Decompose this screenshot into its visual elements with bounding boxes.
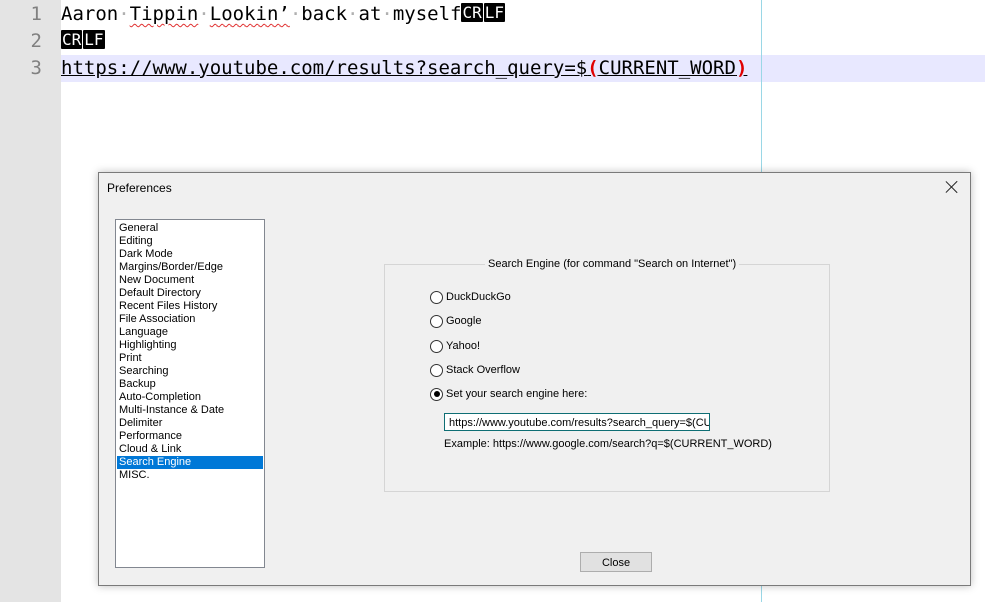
- radio-label: Stack Overflow: [446, 364, 520, 376]
- current-word-text: CURRENT_WORD: [598, 57, 736, 79]
- dialog-title: Preferences: [107, 181, 172, 195]
- eol-cr-marker: CR: [461, 3, 483, 22]
- category-item-auto-completion[interactable]: Auto-Completion: [117, 391, 263, 404]
- eol-cr-marker: CR: [61, 30, 83, 49]
- category-item-dark-mode[interactable]: Dark Mode: [117, 248, 263, 261]
- space-marker: ·: [347, 3, 359, 25]
- misspelled-word: Tippin: [129, 3, 199, 25]
- line-number: 2: [30, 30, 42, 52]
- category-item-searching[interactable]: Searching: [117, 365, 263, 378]
- category-item-general[interactable]: General: [117, 222, 263, 235]
- radio-yahoo[interactable]: Yahoo!: [430, 338, 480, 354]
- category-item-file-association[interactable]: File Association: [117, 313, 263, 326]
- space-marker: ·: [198, 3, 210, 25]
- category-item-highlighting[interactable]: Highlighting: [117, 339, 263, 352]
- radio-label: DuckDuckGo: [446, 291, 511, 303]
- eol-lf-marker: LF: [83, 30, 105, 49]
- word: myself: [392, 3, 462, 25]
- category-item-performance[interactable]: Performance: [117, 430, 263, 443]
- group-title: Search Engine (for command "Search on In…: [485, 258, 740, 270]
- radio-checked-icon: [430, 387, 443, 401]
- radio-google[interactable]: Google: [430, 313, 481, 329]
- space-marker: ·: [118, 3, 130, 25]
- close-icon[interactable]: [944, 179, 960, 195]
- category-item-misc[interactable]: MISC.: [117, 469, 263, 482]
- category-item-recent-files[interactable]: Recent Files History: [117, 300, 263, 313]
- category-item-editing[interactable]: Editing: [117, 235, 263, 248]
- space-marker: ·: [381, 3, 393, 25]
- category-item-multi-instance[interactable]: Multi-Instance & Date: [117, 404, 263, 417]
- line-number-gutter: 1 2 3: [0, 0, 61, 602]
- radio-custom-engine[interactable]: Set your search engine here:: [430, 386, 587, 402]
- url-text: https://www.youtube.com/results?search_q…: [61, 57, 588, 79]
- radio-label: Set your search engine here:: [446, 388, 588, 400]
- radio-circle-icon: [430, 314, 443, 328]
- radio-stack-overflow[interactable]: Stack Overflow: [430, 362, 520, 378]
- category-item-backup[interactable]: Backup: [117, 378, 263, 391]
- radio-label: Yahoo!: [446, 340, 481, 352]
- brace-highlight-open: (: [587, 57, 599, 79]
- eol-lf-marker: LF: [483, 3, 506, 22]
- category-item-search-engine[interactable]: Search Engine: [117, 456, 263, 469]
- category-item-cloud-link[interactable]: Cloud & Link: [117, 443, 263, 456]
- category-item-margins[interactable]: Margins/Border/Edge: [117, 261, 263, 274]
- radio-label: Google: [446, 315, 482, 327]
- editor-line-3[interactable]: https://www.youtube.com/results?search_q…: [61, 55, 747, 82]
- space-marker: ·: [289, 3, 302, 25]
- close-button[interactable]: Close: [580, 552, 652, 572]
- radio-circle-icon: [430, 290, 443, 304]
- category-item-language[interactable]: Language: [117, 326, 263, 339]
- editor-line-1[interactable]: Aaron·Tippin·Lookin’·back·at·myselfCR LF: [61, 1, 506, 28]
- category-list[interactable]: General Editing Dark Mode Margins/Border…: [115, 219, 265, 568]
- word: Aaron: [61, 3, 119, 25]
- word: at: [358, 3, 382, 25]
- word: back: [301, 3, 348, 25]
- radio-circle-icon: [430, 339, 443, 353]
- search-engine-url-input[interactable]: https://www.youtube.com/results?search_q…: [444, 413, 710, 431]
- brace-highlight-close: ): [735, 57, 748, 79]
- example-text: Example: https://www.google.com/search?q…: [444, 438, 772, 450]
- line-number: 1: [30, 3, 42, 25]
- radio-circle-icon: [430, 363, 443, 377]
- editor-line-2[interactable]: CR LF: [61, 28, 106, 55]
- category-item-new-document[interactable]: New Document: [117, 274, 263, 287]
- misspelled-word: Lookin’: [209, 3, 290, 25]
- radio-duckduckgo[interactable]: DuckDuckGo: [430, 289, 511, 305]
- category-item-print[interactable]: Print: [117, 352, 263, 365]
- search-engine-group: Search Engine (for command "Search on In…: [384, 258, 830, 492]
- category-item-default-directory[interactable]: Default Directory: [117, 287, 263, 300]
- line-number: 3: [30, 57, 42, 79]
- preferences-dialog: Preferences General Editing Dark Mode Ma…: [98, 172, 971, 586]
- category-item-delimiter[interactable]: Delimiter: [117, 417, 263, 430]
